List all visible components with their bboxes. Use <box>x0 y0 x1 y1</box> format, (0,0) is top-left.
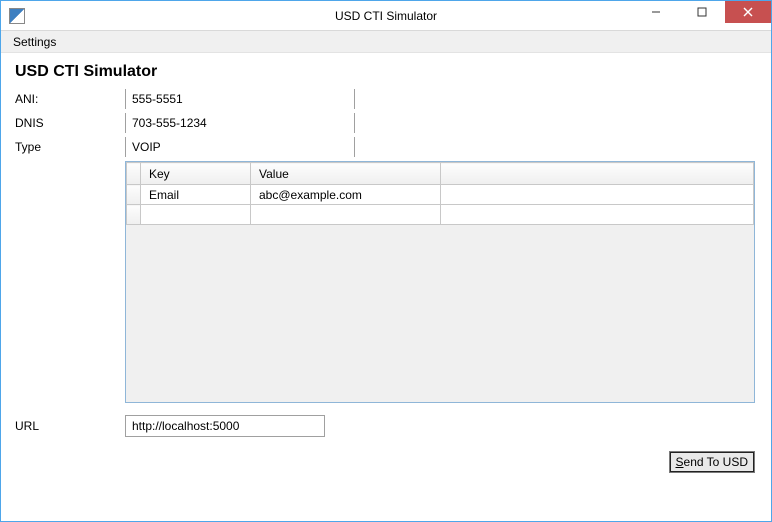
minimize-button[interactable] <box>633 1 679 23</box>
row-ani: ANI: <box>13 89 759 109</box>
input-type[interactable] <box>125 137 355 157</box>
table-row[interactable]: Email abc@example.com <box>127 185 754 205</box>
row-url: URL <box>13 415 759 437</box>
close-icon <box>743 7 753 17</box>
menubar: Settings <box>1 31 771 53</box>
row-header <box>127 205 141 225</box>
kv-grid[interactable]: Key Value Email abc@example.com <box>125 161 755 403</box>
label-url: URL <box>13 419 125 433</box>
menu-settings[interactable]: Settings <box>5 33 64 51</box>
table-row[interactable] <box>127 205 754 225</box>
window-controls <box>633 1 771 23</box>
label-ani: ANI: <box>13 92 125 106</box>
app-icon <box>9 8 25 24</box>
row-header-blank <box>127 163 141 185</box>
grid-empty-area <box>126 228 754 402</box>
row-type: Type <box>13 137 759 157</box>
table-header-row: Key Value <box>127 163 754 185</box>
row-dnis: DNIS <box>13 113 759 133</box>
cell-value[interactable] <box>251 205 441 225</box>
cell-rest[interactable] <box>441 185 754 205</box>
col-header-value[interactable]: Value <box>251 163 441 185</box>
label-type: Type <box>13 140 125 154</box>
button-row: Send To USD <box>13 451 759 473</box>
input-ani[interactable] <box>125 89 355 109</box>
row-header <box>127 185 141 205</box>
titlebar: USD CTI Simulator <box>1 1 771 31</box>
col-header-rest <box>441 163 754 185</box>
send-button-rest: end To USD <box>684 455 748 469</box>
cell-rest[interactable] <box>441 205 754 225</box>
input-dnis[interactable] <box>125 113 355 133</box>
maximize-icon <box>697 7 707 17</box>
cell-key[interactable] <box>141 205 251 225</box>
cell-value[interactable]: abc@example.com <box>251 185 441 205</box>
col-header-key[interactable]: Key <box>141 163 251 185</box>
minimize-icon <box>651 7 661 17</box>
content-area: USD CTI Simulator ANI: DNIS Type Key Val… <box>1 53 771 479</box>
label-dnis: DNIS <box>13 116 125 130</box>
page-title: USD CTI Simulator <box>15 63 759 81</box>
send-button[interactable]: Send To USD <box>669 451 756 473</box>
send-button-underline: S <box>676 455 684 469</box>
maximize-button[interactable] <box>679 1 725 23</box>
input-url[interactable] <box>125 415 325 437</box>
kv-table: Key Value Email abc@example.com <box>126 162 754 225</box>
cell-key[interactable]: Email <box>141 185 251 205</box>
close-button[interactable] <box>725 1 771 23</box>
